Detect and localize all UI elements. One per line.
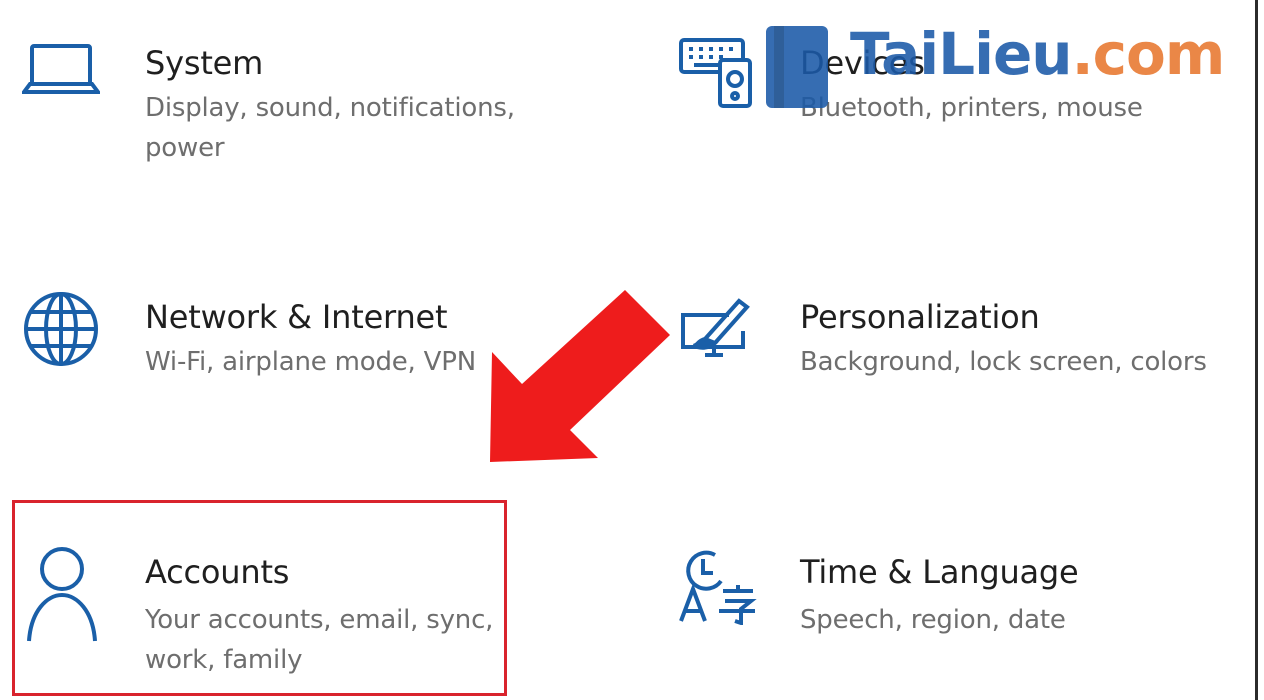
tile-time-language[interactable]: Time & Language Speech, region, date xyxy=(650,520,1250,700)
laptop-icon xyxy=(20,40,102,104)
tile-personalization[interactable]: Personalization Background, lock screen,… xyxy=(650,265,1250,425)
tile-title: Accounts xyxy=(145,553,290,591)
paint-monitor-icon xyxy=(675,295,755,373)
tile-description: Background, lock screen, colors xyxy=(800,347,1207,377)
tile-description: Your accounts, email, sync, work, family xyxy=(145,605,494,675)
tile-devices[interactable]: Devices Bluetooth, printers, mouse xyxy=(650,0,1250,200)
tile-description: Display, sound, notifications, power xyxy=(145,93,515,163)
tile-description: Bluetooth, printers, mouse xyxy=(800,93,1143,123)
tile-system[interactable]: System Display, sound, notifications, po… xyxy=(0,0,620,200)
tile-title: Network & Internet xyxy=(145,298,448,336)
clock-language-icon xyxy=(675,545,759,629)
keyboard-speaker-icon xyxy=(678,34,758,113)
tile-accounts[interactable]: Accounts Your accounts, email, sync, wor… xyxy=(0,520,620,700)
globe-icon xyxy=(22,290,100,372)
person-icon xyxy=(25,545,99,649)
tile-title: Personalization xyxy=(800,298,1040,336)
tile-title: Devices xyxy=(800,44,925,82)
red-arrow-icon xyxy=(490,290,670,462)
tile-title: System xyxy=(145,44,264,82)
divider xyxy=(1255,0,1258,700)
tile-title: Time & Language xyxy=(800,553,1079,591)
tile-description: Speech, region, date xyxy=(800,605,1066,635)
